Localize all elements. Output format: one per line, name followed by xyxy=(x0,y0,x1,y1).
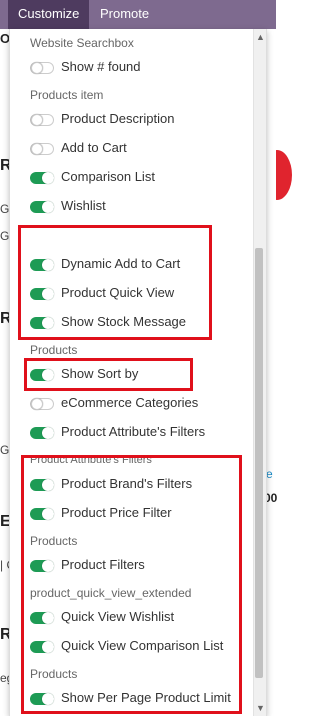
highlight-box xyxy=(18,225,212,340)
scrollbar-thumb[interactable] xyxy=(255,248,263,678)
tab-customize[interactable]: Customize xyxy=(8,0,90,29)
toggle-switch[interactable] xyxy=(30,427,54,439)
top-navbar: Customize Promote xyxy=(0,0,276,29)
option-label: eCommerce Categories xyxy=(61,395,199,410)
option-wishlist[interactable]: Wishlist xyxy=(10,194,250,218)
highlight-box xyxy=(24,358,193,391)
option-label: Wishlist xyxy=(61,198,106,213)
scroll-up-arrow-icon[interactable]: ▲ xyxy=(256,32,265,42)
toggle-switch[interactable] xyxy=(30,201,54,213)
section-header: Products item xyxy=(30,88,104,102)
toggle-switch[interactable] xyxy=(30,114,54,126)
option-label: Add to Cart xyxy=(61,140,127,155)
option-label: Comparison List xyxy=(61,169,155,184)
option-product-description[interactable]: Product Description xyxy=(10,107,250,131)
option-label: Show # found xyxy=(61,59,141,74)
toggle-switch[interactable] xyxy=(30,398,54,410)
toggle-switch[interactable] xyxy=(30,172,54,184)
section-header: Website Searchbox xyxy=(30,36,134,50)
highlight-box xyxy=(21,455,242,714)
option-label: Product Attribute's Filters xyxy=(61,424,206,439)
option-product-attribute-filters[interactable]: Product Attribute's Filters xyxy=(10,420,250,444)
option-show-found[interactable]: Show # found xyxy=(10,55,250,79)
section-header: Products xyxy=(30,343,78,357)
toggle-switch[interactable] xyxy=(30,62,54,74)
scroll-down-arrow-icon[interactable]: ▼ xyxy=(256,703,265,713)
option-ecommerce-categories[interactable]: eCommerce Categories xyxy=(10,391,250,415)
toggle-switch[interactable] xyxy=(30,143,54,155)
bg-text: G xyxy=(0,443,10,457)
option-add-to-cart[interactable]: Add to Cart xyxy=(10,136,250,160)
option-label: Product Description xyxy=(61,111,175,126)
bg-text: e xyxy=(266,467,273,481)
option-comparison-list[interactable]: Comparison List xyxy=(10,165,250,189)
tab-promote[interactable]: Promote xyxy=(90,0,159,29)
